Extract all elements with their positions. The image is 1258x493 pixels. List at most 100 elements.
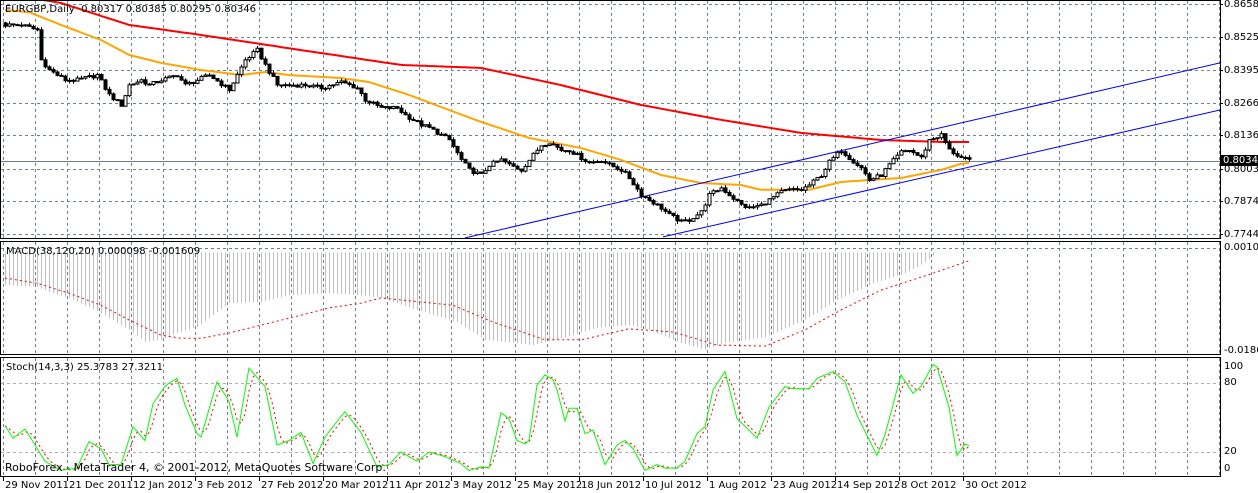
candle-body-bull (371, 101, 376, 104)
candle-body-bear (843, 151, 848, 156)
candle-body-bull (423, 124, 428, 127)
candle (867, 172, 872, 182)
candle (683, 217, 688, 222)
candle (443, 133, 448, 137)
candle-body-bear (903, 150, 908, 153)
copyright-text: RoboForex - MetaTrader 4, © 2001-2012, M… (5, 461, 386, 474)
candle-body-bull (755, 204, 760, 208)
candle-body-bear (607, 162, 612, 165)
candle-body-bear (519, 168, 524, 172)
candle (171, 74, 176, 79)
candle-body-bear (367, 100, 372, 104)
candle-body-bear (623, 170, 628, 173)
candle (543, 144, 548, 147)
candle-body-bear (427, 124, 432, 128)
candle-body-bear (355, 87, 360, 90)
candle (895, 152, 900, 162)
candle-body-bear (503, 158, 508, 163)
candle-body-bear (515, 165, 520, 170)
candle (91, 72, 96, 81)
candle-body-bull (255, 47, 260, 53)
candle (699, 210, 704, 218)
candle-body-bull (335, 81, 340, 86)
candle-body-bear (431, 126, 436, 130)
candle-body-bear (943, 133, 948, 143)
candle-body-bull (475, 171, 480, 174)
date-axis-label: 25 May 2012 (517, 480, 583, 491)
candle-body-bear (219, 80, 224, 87)
candle-body-bear (211, 74, 216, 80)
candle-body-bull (523, 166, 528, 172)
metatrader-chart-window[interactable]: EURGBP,Daily 0.80317 0.80385 0.80295 0.8… (0, 0, 1258, 493)
candle (727, 190, 732, 197)
candle (499, 156, 504, 162)
candle-body-bear (307, 85, 312, 88)
current-price-label: 0.80346 (1221, 155, 1258, 166)
candle-body-bull (779, 189, 784, 194)
candle (515, 164, 520, 170)
candle (391, 105, 396, 110)
candle-body-bear (967, 157, 972, 160)
candle-body-bear (675, 215, 680, 222)
candle-body-bear (279, 84, 284, 87)
candle (627, 170, 632, 180)
candle-body-bull (923, 149, 928, 158)
candle (519, 168, 524, 174)
candle (735, 198, 740, 203)
candle-body-bear (319, 84, 324, 90)
candle-body-bear (303, 83, 308, 87)
candle-body-bear (911, 149, 916, 154)
macd-signal-value: -0.001609 (148, 246, 201, 257)
candle-body-bull (699, 210, 704, 216)
price-axis-label: 0.81365 (1224, 130, 1258, 142)
candle (83, 76, 88, 80)
candle (691, 217, 696, 222)
candle (883, 167, 888, 179)
candle-body-bear (259, 47, 264, 60)
candle (103, 78, 108, 91)
candle (803, 183, 808, 193)
candle-body-bear (579, 152, 584, 161)
candle (203, 73, 208, 77)
candle-body-bull (935, 137, 940, 140)
candle (747, 204, 752, 209)
candle (643, 196, 648, 199)
candle (31, 24, 36, 30)
chart-header: EURGBP,Daily 0.80317 0.80385 0.80295 0.8… (5, 4, 256, 15)
main-panel (3, 0, 1220, 238)
price-axis-label: 0.77445 (1224, 229, 1258, 240)
candle (815, 176, 820, 181)
candle-body-bull (599, 160, 604, 163)
candle (823, 168, 828, 179)
candle-body-bear (651, 199, 656, 205)
candle (651, 198, 656, 206)
candles (3, 21, 972, 225)
candle-body-bull (819, 176, 824, 179)
candle (419, 117, 424, 129)
candle (95, 72, 100, 81)
candle (47, 65, 52, 71)
candle-body-bear (419, 120, 424, 127)
candle (395, 106, 400, 110)
candle (315, 82, 320, 88)
candle (423, 124, 428, 128)
candle (131, 83, 136, 86)
candle-body-bull (875, 174, 880, 180)
candle (51, 67, 56, 74)
candle (583, 158, 588, 164)
candle-body-bull (223, 84, 228, 87)
candle (59, 73, 64, 77)
candle-body-bear (295, 84, 300, 88)
candle-body-bull (527, 159, 532, 168)
date-axis-label: 8 Oct 2012 (901, 480, 957, 491)
candle-body-bull (747, 206, 752, 209)
candle-body-bear (567, 150, 572, 153)
candle (179, 74, 184, 81)
candle-body-bear (643, 196, 648, 199)
candle (87, 72, 92, 78)
candle (371, 100, 376, 105)
stoch-axis-0: 0 (1224, 463, 1231, 474)
candle (763, 203, 768, 206)
candle-body-bear (563, 150, 568, 153)
candle (459, 151, 464, 162)
